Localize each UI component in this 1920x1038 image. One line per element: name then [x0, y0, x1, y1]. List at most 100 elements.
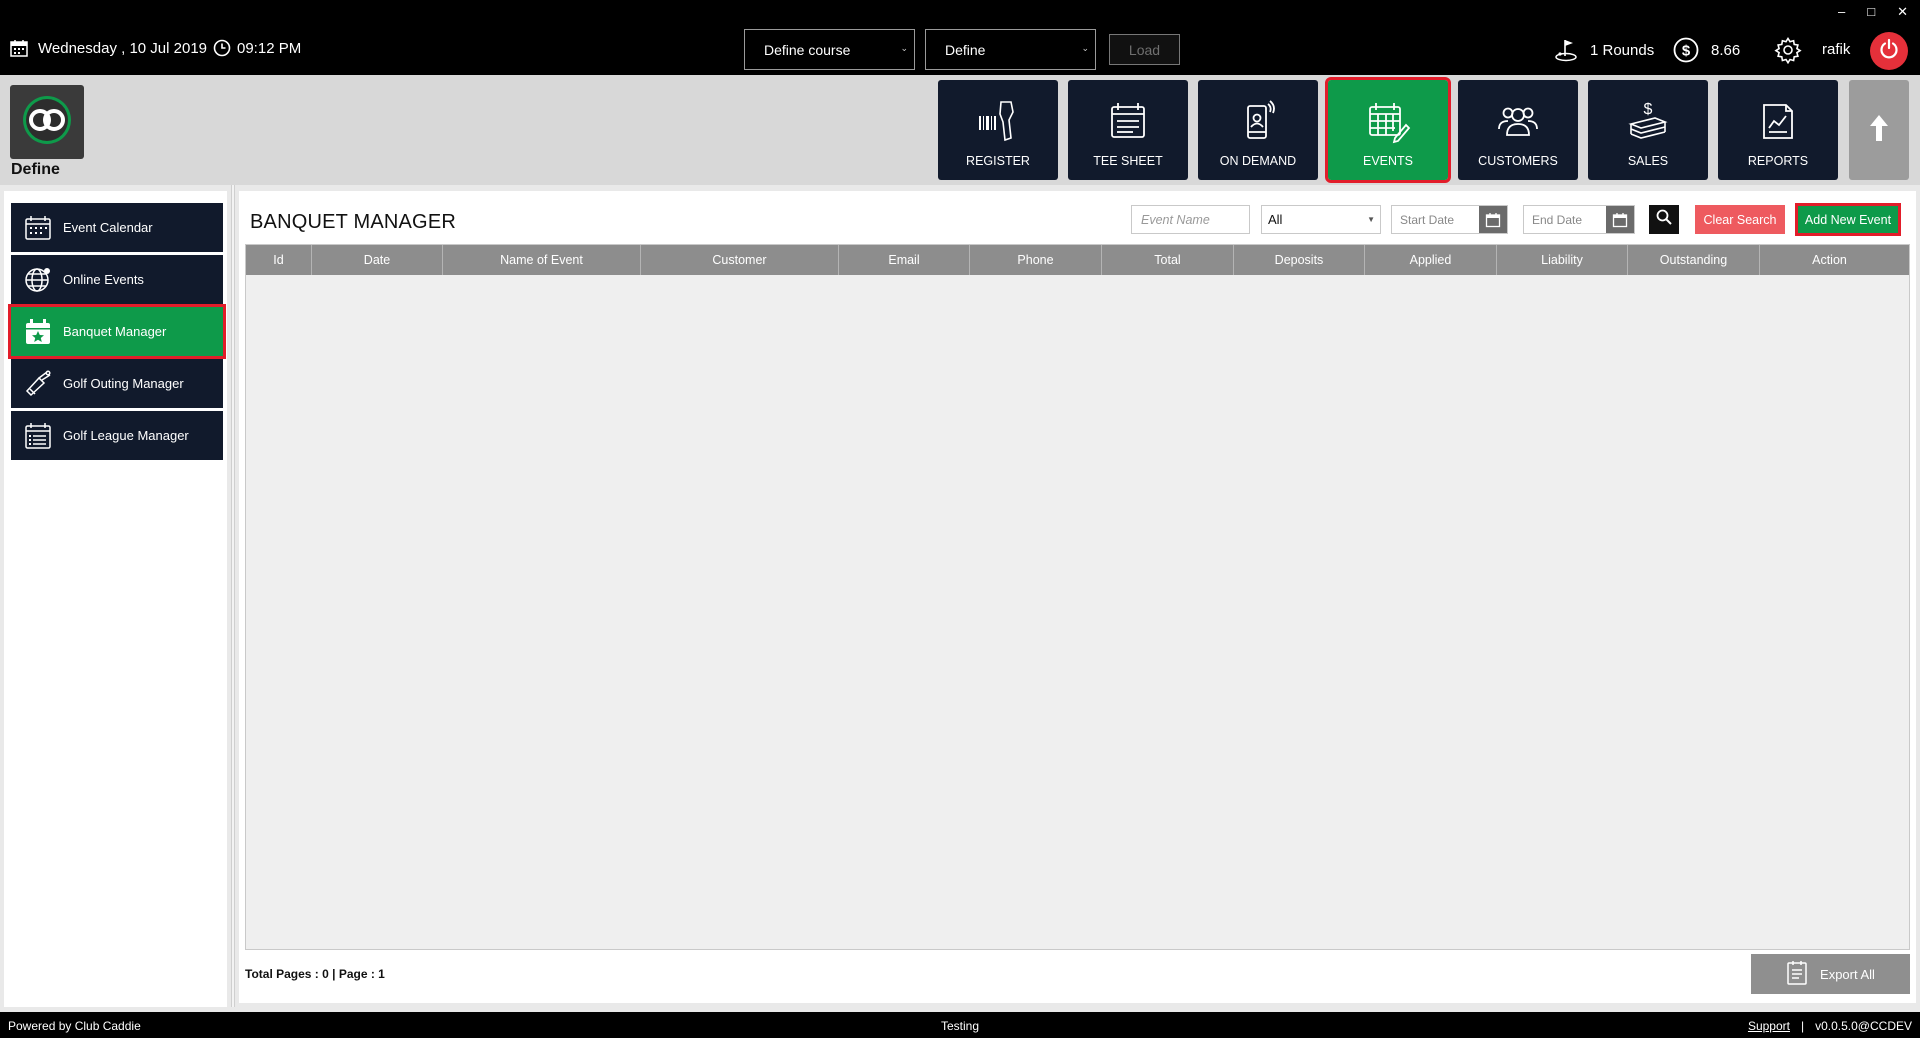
- column-header-applied[interactable]: Applied: [1365, 245, 1497, 275]
- calendar-picker-icon[interactable]: [1479, 206, 1507, 233]
- define-select[interactable]: Define ⌄: [925, 29, 1096, 70]
- customers-icon: [1495, 98, 1541, 144]
- column-header-customer[interactable]: Customer: [641, 245, 839, 275]
- column-header-email[interactable]: Email: [839, 245, 970, 275]
- nav-label: REGISTER: [966, 154, 1030, 168]
- page-title: BANQUET MANAGER: [250, 211, 456, 233]
- clock-icon: [213, 39, 231, 57]
- balance-text: 8.66: [1711, 41, 1741, 59]
- list-calendar-icon: [23, 421, 53, 451]
- sales-icon: $: [1625, 98, 1671, 144]
- search-icon: [1656, 209, 1672, 230]
- end-date-placeholder: End Date: [1532, 212, 1583, 227]
- banquet-calendar-icon: [23, 317, 53, 347]
- nav-label: EVENTS: [1362, 154, 1413, 168]
- power-icon: [1878, 38, 1900, 65]
- sidebar-item-online-events[interactable]: Online Events: [11, 255, 223, 304]
- barcode-scanner-icon: [975, 98, 1021, 144]
- powered-by-text: Powered by Club Caddie: [8, 1019, 141, 1033]
- balance-display[interactable]: $ 8.66: [1673, 37, 1740, 63]
- sidebar-item-event-calendar[interactable]: Event Calendar: [11, 203, 223, 252]
- time-text: 09:12 PM: [237, 39, 302, 57]
- logout-button[interactable]: [1870, 32, 1908, 70]
- calendar-icon: [10, 39, 28, 57]
- status-select[interactable]: All ▼: [1261, 205, 1381, 234]
- current-date: Wednesday , 10 Jul 2019: [10, 39, 207, 57]
- sidebar-item-label: Online Events: [63, 272, 144, 287]
- events-calendar-icon: [1365, 98, 1411, 144]
- header-nav: Define REGISTER TEE SHEET ON DEMAND EVEN…: [0, 75, 1920, 185]
- status-select-value: All: [1268, 212, 1283, 227]
- dropdown-arrow-icon: ▼: [1367, 215, 1375, 224]
- maximize-button[interactable]: □: [1867, 4, 1875, 20]
- calendar-picker-icon[interactable]: [1606, 206, 1634, 233]
- mobile-phone-icon: [1235, 98, 1281, 144]
- banquet-manager-panel: BANQUET MANAGER Event Name All ▼ Start D…: [239, 191, 1916, 1003]
- calendar-icon: [23, 213, 53, 243]
- export-all-button[interactable]: Export All: [1751, 954, 1910, 994]
- svg-text:$: $: [1644, 101, 1653, 118]
- top-bar: – □ ✕ Wednesday , 10 Jul 2019 09:12 PM D…: [0, 0, 1920, 75]
- sidebar-item-label: Event Calendar: [63, 220, 153, 235]
- load-button[interactable]: Load: [1109, 34, 1180, 65]
- date-text: Wednesday , 10 Jul 2019: [38, 39, 208, 57]
- user-name[interactable]: rafik: [1822, 41, 1850, 58]
- support-link[interactable]: Support: [1748, 1019, 1790, 1033]
- column-header-name[interactable]: Name of Event: [443, 245, 641, 275]
- column-header-action[interactable]: Action: [1760, 245, 1899, 275]
- column-header-id[interactable]: Id: [246, 245, 312, 275]
- export-document-icon: [1786, 960, 1808, 989]
- define-select-value: Define: [945, 41, 986, 58]
- search-button[interactable]: [1649, 205, 1679, 234]
- environment-label: Testing: [941, 1019, 980, 1033]
- rounds-text: 1 Rounds: [1590, 41, 1655, 59]
- logo-icon: [20, 93, 74, 152]
- settings-button[interactable]: [1774, 36, 1802, 64]
- column-header-liability[interactable]: Liability: [1497, 245, 1628, 275]
- reports-icon: [1755, 98, 1801, 144]
- close-window-button[interactable]: ✕: [1897, 4, 1908, 20]
- nav-register[interactable]: REGISTER: [938, 80, 1058, 180]
- rounds-counter[interactable]: 1 Rounds: [1554, 38, 1654, 62]
- footer-right: Support | v0.0.5.0@CCDEV: [1748, 1019, 1912, 1033]
- scroll-up-button[interactable]: [1849, 80, 1909, 180]
- panel-splitter[interactable]: [231, 185, 235, 1007]
- export-label: Export All: [1820, 966, 1875, 982]
- column-header-phone[interactable]: Phone: [970, 245, 1102, 275]
- sidebar: Event Calendar Online Events Banquet Man…: [4, 191, 227, 1007]
- event-name-input[interactable]: Event Name: [1131, 205, 1250, 234]
- nav-label: CUSTOMERS: [1478, 154, 1558, 168]
- nav-events[interactable]: EVENTS: [1325, 77, 1451, 183]
- gear-icon: [1774, 36, 1802, 64]
- course-select[interactable]: Define course ⌄: [744, 29, 915, 70]
- sidebar-item-label: Golf Outing Manager: [63, 376, 184, 391]
- nav-customers[interactable]: CUSTOMERS: [1458, 80, 1578, 180]
- nav-label: REPORTS: [1747, 154, 1809, 168]
- start-date-input[interactable]: Start Date: [1391, 205, 1508, 234]
- module-label: Define: [11, 161, 60, 178]
- nav-reports[interactable]: REPORTS: [1718, 80, 1838, 180]
- column-header-outstanding[interactable]: Outstanding: [1628, 245, 1760, 275]
- nav-tee-sheet[interactable]: TEE SHEET: [1068, 80, 1188, 180]
- nav-on-demand[interactable]: ON DEMAND: [1198, 80, 1318, 180]
- globe-icon: [23, 265, 53, 295]
- add-new-event-button[interactable]: Add New Event: [1795, 203, 1901, 236]
- golf-flag-icon: [1554, 38, 1580, 62]
- sidebar-item-golf-league-manager[interactable]: Golf League Manager: [11, 411, 223, 460]
- nav-sales[interactable]: $ SALES: [1588, 80, 1708, 180]
- status-footer: Powered by Club Caddie Testing Support |…: [0, 1012, 1920, 1038]
- dollar-circle-icon: $: [1673, 37, 1699, 63]
- column-header-date[interactable]: Date: [312, 245, 443, 275]
- end-date-input[interactable]: End Date: [1523, 205, 1635, 234]
- sidebar-item-golf-outing-manager[interactable]: Golf Outing Manager: [11, 359, 223, 408]
- start-date-placeholder: Start Date: [1400, 212, 1455, 227]
- club-caddie-logo[interactable]: [10, 85, 84, 159]
- column-header-deposits[interactable]: Deposits: [1234, 245, 1365, 275]
- column-header-total[interactable]: Total: [1102, 245, 1234, 275]
- events-table: Id Date Name of Event Customer Email Pho…: [245, 244, 1910, 950]
- current-time: 09:12 PM: [213, 39, 301, 57]
- tee-sheet-icon: [1105, 98, 1151, 144]
- sidebar-item-banquet-manager[interactable]: Banquet Manager: [8, 304, 226, 359]
- clear-search-button[interactable]: Clear Search: [1695, 205, 1785, 234]
- minimize-button[interactable]: –: [1838, 4, 1845, 20]
